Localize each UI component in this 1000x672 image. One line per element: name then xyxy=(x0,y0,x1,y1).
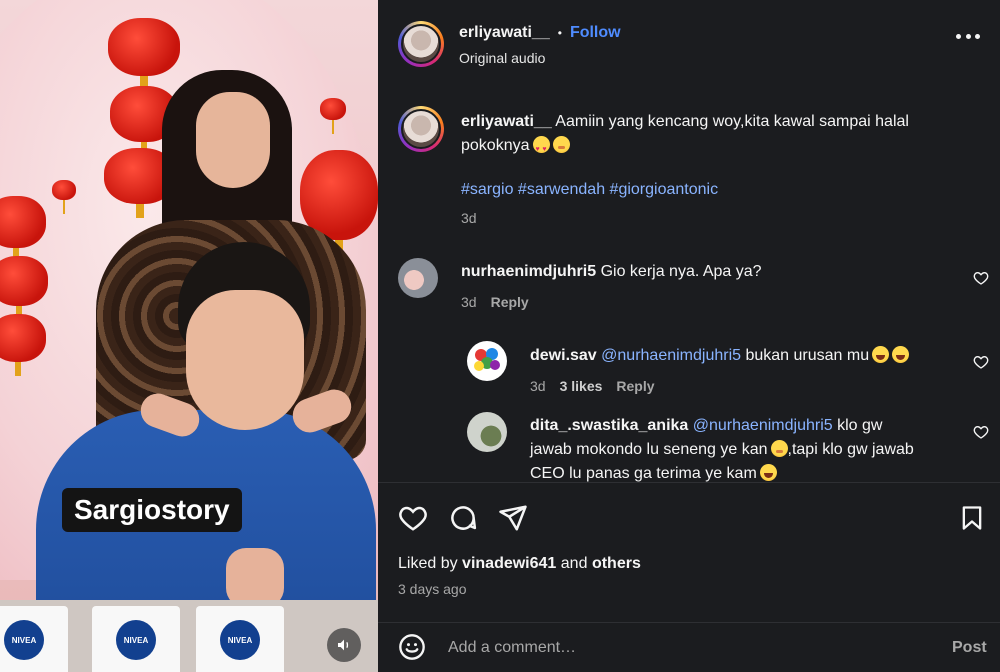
heart-eyes-emoji-icon xyxy=(532,136,550,162)
red-lantern xyxy=(320,98,346,134)
speaker-icon xyxy=(338,639,349,651)
red-lantern xyxy=(0,314,46,376)
author-username[interactable]: erliyawati__ xyxy=(459,24,550,42)
post-viewer: NIVEA NIVEA NIVEA Sargiostory erliyawati… xyxy=(0,0,1000,672)
author-line: erliyawati__ • Follow xyxy=(459,24,621,42)
reply-meta: 3d 3 likes Reply xyxy=(530,378,655,394)
dot xyxy=(956,34,961,39)
comment-username[interactable]: nurhaenimdjuhri5 xyxy=(461,263,596,280)
hand-over-mouth-emoji-icon xyxy=(552,136,570,153)
liked-by-user[interactable]: vinadewi641 xyxy=(462,555,556,572)
nivea-logo: NIVEA xyxy=(116,620,156,660)
comment-body: Gio kerja nya. Apa ya? xyxy=(600,263,762,280)
laughing-emoji-icon xyxy=(759,464,777,481)
emoji-picker-icon[interactable] xyxy=(398,633,426,661)
reply-likes-count[interactable]: 3 likes xyxy=(560,378,603,394)
like-reply-heart-icon[interactable] xyxy=(973,354,989,370)
like-heart-icon[interactable] xyxy=(398,503,428,533)
hashtags[interactable]: #sargio #sarwendah #giorgioantonic xyxy=(461,178,718,202)
like-comment-heart-icon[interactable] xyxy=(973,270,989,286)
post-details-panel: erliyawati__ • Follow Original audio erl… xyxy=(378,0,1000,672)
caption-username[interactable]: erliyawati__ xyxy=(461,113,552,130)
post-date: 3 days ago xyxy=(398,581,467,597)
reply-body: bukan urusan mu xyxy=(745,347,870,364)
more-options-button[interactable] xyxy=(956,34,980,42)
reply-mention[interactable]: @nurhaenimdjuhri5 xyxy=(601,347,741,364)
reply-username[interactable]: dita_.swastika_anika xyxy=(530,417,688,434)
post-header: erliyawati__ • Follow Original audio xyxy=(378,0,1000,86)
reply-text: dita_.swastika_anika @nurhaenimdjuhri5 k… xyxy=(530,414,970,486)
comment-icon[interactable] xyxy=(448,503,478,533)
reply-button[interactable]: Reply xyxy=(491,294,529,310)
laughing-emoji-icon xyxy=(892,346,910,363)
reply-body-line3: CEO lu panas ga terima ye kam xyxy=(530,465,757,482)
save-bookmark-icon[interactable] xyxy=(958,503,986,533)
author-avatar[interactable] xyxy=(398,21,444,67)
post-actions-area: Liked by vinadewi641 and others 3 days a… xyxy=(378,482,1000,618)
post-media-video[interactable]: NIVEA NIVEA NIVEA Sargiostory xyxy=(0,0,378,672)
mute-toggle-button[interactable] xyxy=(327,628,361,662)
balloons-icon xyxy=(474,348,500,371)
laughing-emoji-icon xyxy=(872,346,890,363)
hand-over-mouth-emoji-icon xyxy=(770,440,788,457)
nivea-cup: NIVEA xyxy=(92,606,180,672)
comment-input[interactable] xyxy=(448,635,888,661)
reply-text: dewi.sav @nurhaenimdjuhri5 bukan urusan … xyxy=(530,344,910,368)
nivea-logo: NIVEA xyxy=(4,620,44,660)
liked-by-line: Liked by vinadewi641 and others xyxy=(398,555,641,573)
liked-by-others[interactable]: others xyxy=(592,555,641,572)
caption-text: erliyawati__ Aamiin yang kencang woy,kit… xyxy=(461,110,961,162)
nivea-logo: NIVEA xyxy=(220,620,260,660)
reply-age: 3d xyxy=(530,378,546,394)
reply-username[interactable]: dewi.sav xyxy=(530,347,597,364)
dot xyxy=(975,34,980,39)
comment-meta: 3d Reply xyxy=(461,294,529,310)
nivea-cup: NIVEA xyxy=(0,606,68,672)
comment-age: 3d xyxy=(461,294,477,310)
dot xyxy=(965,34,971,39)
separator-dot: • xyxy=(557,26,562,40)
comment-bar: Post xyxy=(378,622,1000,672)
red-lantern xyxy=(52,180,76,214)
video-caption-overlay: Sargiostory xyxy=(62,488,242,532)
caption-age: 3d xyxy=(461,210,477,226)
nivea-cup: NIVEA xyxy=(196,606,284,672)
hand xyxy=(226,548,284,608)
reply-body-line2: jawab mokondo lu seneng ye kan xyxy=(530,441,768,458)
share-icon[interactable] xyxy=(498,503,528,533)
reply-mention[interactable]: @nurhaenimdjuhri5 xyxy=(693,417,833,434)
woman-face xyxy=(196,92,270,188)
follow-button[interactable]: Follow xyxy=(570,24,621,42)
replier-avatar[interactable] xyxy=(467,412,507,452)
red-lantern xyxy=(0,196,46,262)
man-face xyxy=(186,290,304,430)
replier-avatar[interactable] xyxy=(467,341,507,381)
red-lantern xyxy=(0,256,48,320)
caption-line2: pokoknya xyxy=(461,137,530,154)
liked-by-prefix: Liked by xyxy=(398,555,458,572)
audio-subtitle[interactable]: Original audio xyxy=(459,50,545,66)
post-comment-button[interactable]: Post xyxy=(952,639,987,657)
commenter-avatar[interactable] xyxy=(398,258,438,298)
liked-by-mid: and xyxy=(560,555,588,572)
reply-button[interactable]: Reply xyxy=(616,378,654,394)
caption-line1: Aamiin yang kencang woy,kita kawal sampa… xyxy=(555,113,909,130)
comment-text: nurhaenimdjuhri5 Gio kerja nya. Apa ya? xyxy=(461,260,762,284)
reply-body-line1: klo gw xyxy=(837,417,883,434)
caption-author-avatar[interactable] xyxy=(398,106,444,152)
like-reply-heart-icon[interactable] xyxy=(973,424,989,440)
reply-body-line2b: ,tapi klo gw jawab xyxy=(787,441,914,458)
red-lantern xyxy=(108,18,180,90)
